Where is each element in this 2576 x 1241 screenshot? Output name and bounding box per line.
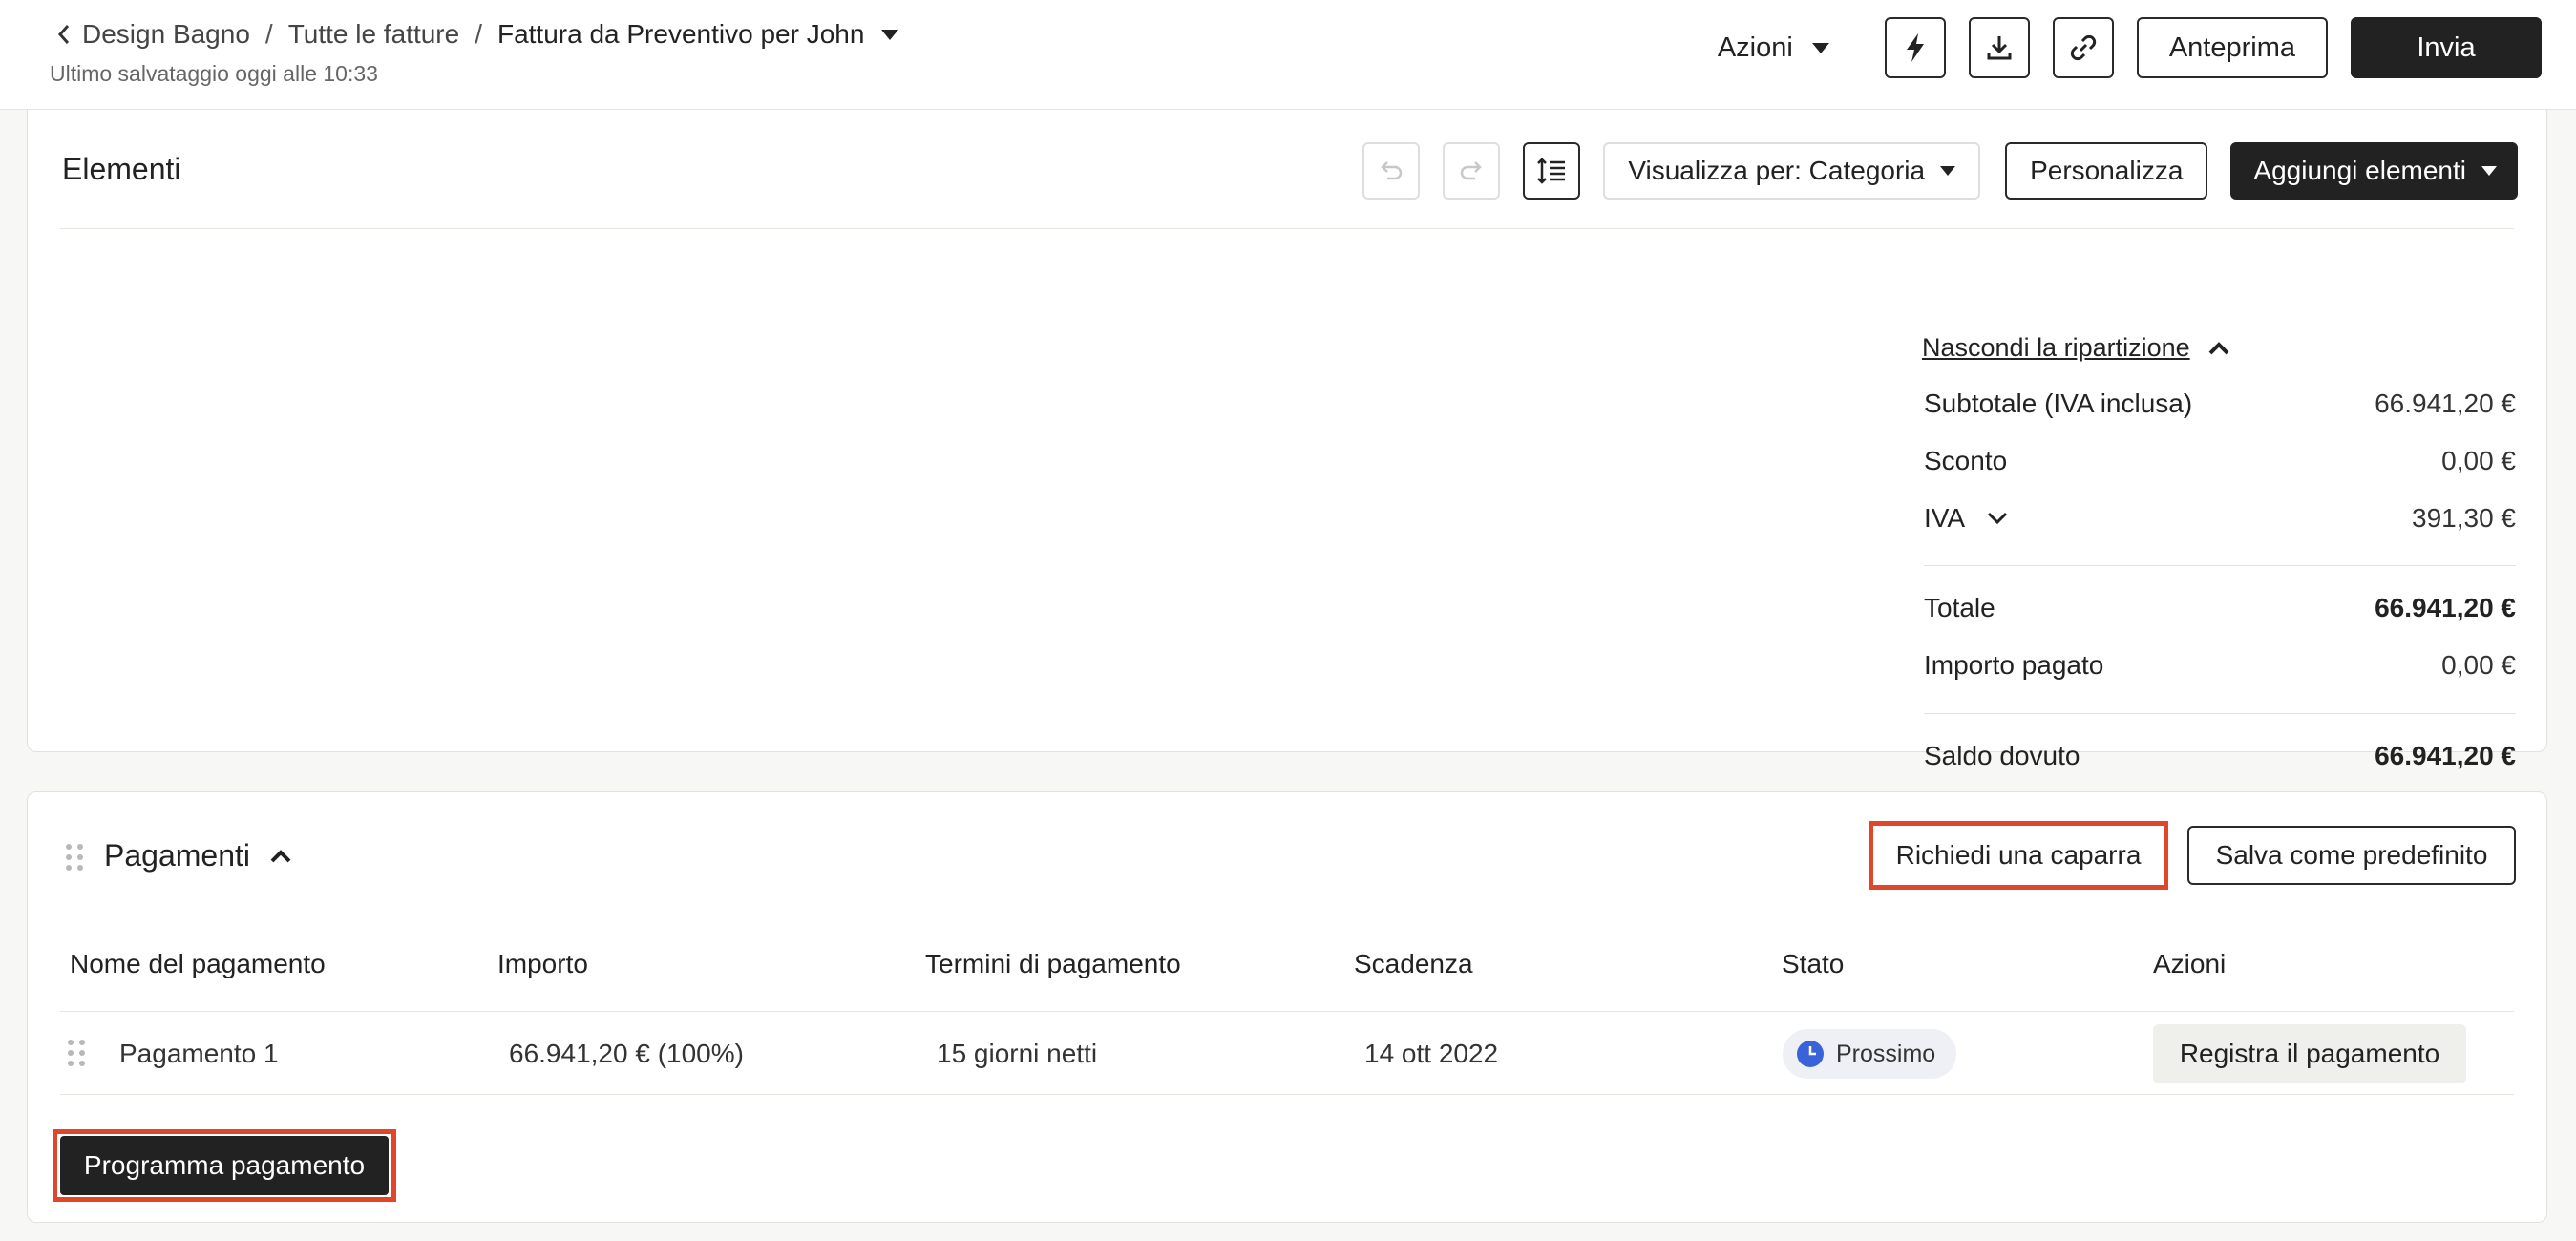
paid-row: Importo pagato 0,00 € [1924, 650, 2516, 681]
chevron-up-icon [270, 849, 291, 862]
undo-button[interactable] [1362, 142, 1421, 200]
header-actions: Azioni Anteprima Invia [1718, 17, 2542, 78]
balance-row: Saldo dovuto 66.941,20 € [1924, 741, 2516, 771]
total-label: Totale [1924, 593, 1995, 622]
automation-button[interactable] [1884, 17, 1946, 78]
column-header-terms: Termini di pagamento [925, 949, 1181, 978]
payment-terms: 15 giorni netti [937, 1039, 1098, 1068]
table-divider [60, 1011, 2514, 1012]
chevron-left-icon[interactable] [52, 22, 76, 47]
items-title: Elementi [62, 152, 181, 186]
vat-row: IVA 391,30 € [1924, 503, 2516, 534]
summary-divider [1924, 565, 2516, 566]
view-by-label: Visualizza per: Categoria [1628, 156, 1926, 185]
caret-down-icon [1940, 166, 1956, 176]
items-card: Elementi Visualizza per: Categoria Perso… [27, 110, 2547, 770]
payment-due-date: 14 ott 2022 [1364, 1039, 1499, 1068]
hide-breakdown-link[interactable]: Nascondi la ripartizione [1922, 333, 2230, 363]
hide-breakdown-label: Nascondi la ripartizione [1922, 333, 2190, 362]
lightning-icon [1906, 33, 1924, 62]
status-label: Prossimo [1836, 1040, 1936, 1067]
subtotal-value: 66.941,20 € [2375, 389, 2516, 418]
view-by-select[interactable]: Visualizza per: Categoria [1603, 142, 1981, 200]
column-header-status: Stato [1782, 949, 1845, 978]
balance-label: Saldo dovuto [1924, 741, 2080, 770]
breadcrumb-separator: / [264, 19, 273, 49]
copy-link-button[interactable] [2052, 17, 2114, 78]
last-saved-text: Ultimo salvataggio oggi alle 10:33 [50, 61, 378, 86]
column-header-actions: Azioni [2153, 949, 2227, 978]
payments-card: Pagamenti Richiedi una caparra Salva com… [27, 791, 2547, 1223]
paid-label: Importo pagato [1924, 650, 2104, 680]
redo-icon [1461, 161, 1483, 180]
drag-handle-icon[interactable] [68, 1040, 85, 1066]
payments-title: Pagamenti [104, 838, 250, 873]
discount-row: Sconto 0,00 € [1924, 446, 2516, 476]
payment-name: Pagamento 1 [119, 1039, 279, 1068]
discount-label: Sconto [1924, 446, 2008, 475]
caret-down-icon [1811, 42, 1829, 53]
clock-icon [1797, 1041, 1824, 1067]
line-spacing-button[interactable] [1523, 142, 1581, 200]
actions-dropdown[interactable]: Azioni [1718, 32, 1829, 64]
column-header-amount: Importo [497, 949, 588, 978]
drag-handle-icon[interactable] [66, 844, 83, 871]
subtotal-row: Subtotale (IVA inclusa) 66.941,20 € [1924, 389, 2516, 419]
undo-icon [1381, 161, 1403, 180]
breadcrumb-root[interactable]: Design Bagno [82, 19, 250, 50]
table-divider [60, 1094, 2514, 1095]
status-badge: Prossimo [1783, 1029, 1957, 1079]
chevron-down-icon [1988, 512, 2008, 525]
breadcrumb-section[interactable]: Tutte le fatture [288, 19, 460, 50]
column-header-name: Nome del pagamento [70, 949, 326, 978]
payments-header[interactable]: Pagamenti [104, 838, 292, 873]
add-items-label: Aggiungi elementi [2253, 156, 2466, 185]
customize-button[interactable]: Personalizza [2005, 142, 2208, 200]
preview-button[interactable]: Anteprima [2136, 17, 2328, 78]
schedule-payment-button[interactable]: Programma pagamento [60, 1136, 389, 1195]
top-bar: Design Bagno / Tutte le fatture / Fattur… [0, 0, 2576, 110]
summary-divider [1924, 713, 2516, 714]
request-deposit-button[interactable]: Richiedi una caparra [1875, 826, 2162, 885]
send-button[interactable]: Invia [2351, 17, 2542, 78]
redo-button[interactable] [1443, 142, 1501, 200]
items-divider [60, 228, 2514, 229]
breadcrumb: Design Bagno / Tutte le fatture / Fattur… [52, 15, 899, 53]
line-spacing-icon [1537, 158, 1566, 184]
caret-down-icon [2481, 166, 2497, 176]
actions-label: Azioni [1717, 32, 1793, 63]
download-button[interactable] [1968, 17, 2030, 78]
payment-amount: 66.941,20 € (100%) [509, 1039, 744, 1068]
add-items-button[interactable]: Aggiungi elementi [2230, 142, 2518, 200]
items-toolbar: Visualizza per: Categoria Personalizza A… [1362, 141, 2518, 200]
chevron-up-icon [2208, 341, 2229, 354]
vat-toggle[interactable]: IVA [1924, 503, 2009, 534]
total-value: 66.941,20 € [2375, 593, 2516, 622]
balance-value: 66.941,20 € [2375, 741, 2516, 770]
caret-down-icon[interactable] [881, 29, 899, 40]
subtotal-label: Subtotale (IVA inclusa) [1924, 389, 2193, 418]
breadcrumb-separator: / [475, 19, 482, 49]
download-icon [1987, 36, 2012, 60]
link-icon [2070, 34, 2096, 61]
column-header-due: Scadenza [1354, 949, 1473, 978]
breadcrumb-current: Fattura da Preventivo per John [496, 19, 865, 49]
paid-value: 0,00 € [2441, 650, 2516, 680]
save-default-button[interactable]: Salva come predefinito [2187, 826, 2516, 885]
vat-label: IVA [1924, 503, 1966, 533]
vat-value: 391,30 € [2412, 503, 2516, 533]
discount-value: 0,00 € [2441, 446, 2516, 475]
total-row: Totale 66.941,20 € [1924, 593, 2516, 623]
record-payment-button[interactable]: Registra il pagamento [2153, 1024, 2466, 1083]
